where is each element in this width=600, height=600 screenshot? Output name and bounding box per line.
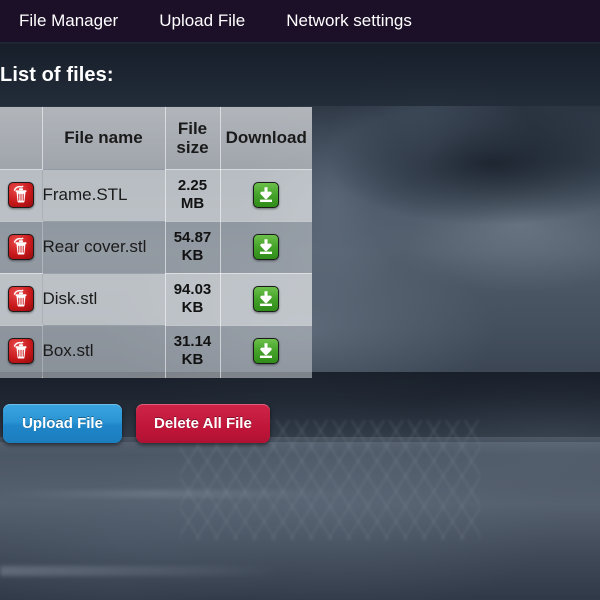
trash-icon[interactable] xyxy=(7,182,34,208)
delete-all-file-button[interactable]: Delete All File xyxy=(136,404,270,443)
column-header-download: Download xyxy=(220,107,312,170)
column-header-file-size: File size xyxy=(165,107,221,170)
nav-item-file-manager[interactable]: File Manager xyxy=(5,0,132,42)
cell-file-size: 31.14 KB xyxy=(165,325,221,378)
cell-delete xyxy=(0,221,43,274)
upload-file-button[interactable]: Upload File xyxy=(3,404,122,443)
download-icon[interactable] xyxy=(253,338,280,364)
trash-icon[interactable] xyxy=(7,286,34,312)
trash-icon[interactable] xyxy=(7,234,34,260)
action-button-group: Upload File Delete All File xyxy=(3,404,270,443)
table-row: Rear cover.stl 54.87 KB xyxy=(0,221,312,274)
table-row: Frame.STL 2.25 MB xyxy=(0,169,312,222)
cell-download xyxy=(220,273,312,326)
cell-download xyxy=(220,325,312,378)
table-row: Box.stl 31.14 KB xyxy=(0,325,312,378)
trash-icon[interactable] xyxy=(7,338,34,364)
download-icon[interactable] xyxy=(253,286,280,312)
cell-file-name: Rear cover.stl xyxy=(42,221,166,274)
cell-delete xyxy=(0,273,43,326)
cell-file-size: 2.25 MB xyxy=(165,169,221,222)
app-root: File Manager Upload File Network setting… xyxy=(0,0,600,600)
page-title: List of files: xyxy=(0,64,114,86)
download-icon[interactable] xyxy=(253,182,280,208)
cell-file-name: Disk.stl xyxy=(42,273,166,326)
cell-file-name: Frame.STL xyxy=(42,169,166,222)
cell-file-name: Box.stl xyxy=(42,325,166,378)
cell-download xyxy=(220,221,312,274)
nav-item-upload-file[interactable]: Upload File xyxy=(145,0,259,42)
cell-file-size: 54.87 KB xyxy=(165,221,221,274)
file-list-table-wrapper: File name File size Download Frame.STL 2… xyxy=(0,107,312,378)
download-icon[interactable] xyxy=(253,234,280,260)
cell-delete xyxy=(0,325,43,378)
cell-file-size: 94.03 KB xyxy=(165,273,221,326)
file-list-table: File name File size Download Frame.STL 2… xyxy=(0,107,312,378)
table-row: Disk.stl 94.03 KB xyxy=(0,273,312,326)
top-navbar: File Manager Upload File Network setting… xyxy=(0,0,600,42)
table-body: Frame.STL 2.25 MB Rear cover.stl 54.87 K… xyxy=(0,169,312,378)
table-header-row: File name File size Download xyxy=(0,107,312,170)
cell-download xyxy=(220,169,312,222)
column-header-delete xyxy=(0,107,43,170)
column-header-file-name: File name xyxy=(42,107,166,170)
table-header: File name File size Download xyxy=(0,107,312,170)
cell-delete xyxy=(0,169,43,222)
nav-item-network-settings[interactable]: Network settings xyxy=(272,0,426,42)
